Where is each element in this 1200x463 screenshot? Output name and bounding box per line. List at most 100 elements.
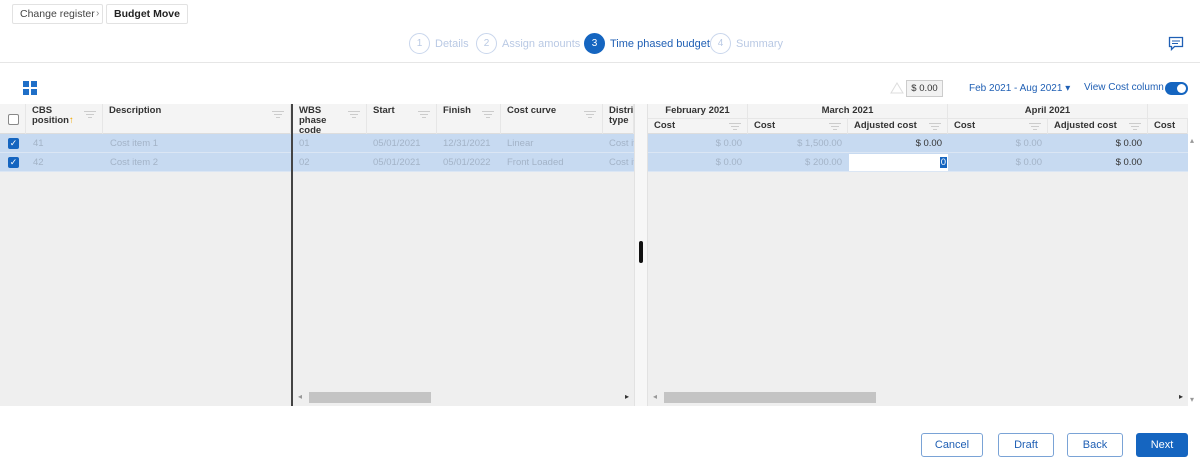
filter-icon[interactable] [348,111,360,119]
table-row[interactable]: 02 05/01/2021 05/01/2022 Front Loaded Co… [293,153,634,172]
vertical-scrollbar[interactable]: ▴ ▾ [1188,134,1200,406]
breadcrumb-change-register[interactable]: Change register [12,4,103,24]
table-row[interactable]: $ 0.00 $ 1,500.00 $ 0.00 $ 0.00 $ 0.00 [648,134,1188,153]
step-label: Summary [736,37,784,50]
view-cost-label: View Cost column [1084,82,1164,93]
back-button[interactable]: Back [1067,433,1123,457]
next-button[interactable]: Next [1136,433,1188,457]
filter-icon[interactable] [729,123,741,131]
cell-wbs: 02 [299,157,310,168]
table-row[interactable]: ✓ 42 Cost item 2 [0,153,291,172]
header-label: Adjusted cost [1054,120,1117,131]
header-label: Finish [443,105,471,116]
header-mar-adjusted[interactable]: Adjusted cost [848,118,948,134]
filter-icon[interactable] [482,111,494,119]
row-checkbox[interactable]: ✓ [8,157,19,168]
table-row[interactable]: 01 05/01/2021 12/31/2021 Linear Cost it [293,134,634,153]
pane-splitter[interactable] [634,104,648,406]
right-header: February 2021 March 2021 April 2021 Cost… [648,104,1188,134]
header-description[interactable]: Description [103,104,291,134]
header-wbs[interactable]: WBS phase code [293,104,367,136]
left-grid-body [0,172,291,390]
cell-cbs: 42 [33,157,44,168]
step-time-phased-budget[interactable]: 3 Time phased budget [584,33,710,54]
scrollbar-thumb[interactable] [664,392,876,403]
mid-horizontal-scrollbar[interactable]: ◂ ▸ [293,390,634,406]
table-row[interactable]: ✓ 41 Cost item 1 [0,134,291,153]
left-header: CBS position↑ Description [0,104,291,134]
cell-apr-cost: $ 0.00 [1015,138,1042,149]
cell-cost-curve: Linear [507,138,534,149]
cell-feb-cost: $ 0.00 [715,157,742,168]
cell-description: Cost item 1 [110,138,159,149]
header-label: CBS position [32,105,69,126]
cell-apr-adjusted[interactable]: $ 0.00 [1048,134,1148,153]
header-may-cost[interactable]: Cost [1148,118,1188,134]
step-number: 3 [584,33,605,54]
header-mar-cost[interactable]: Cost [748,118,848,134]
cell-start: 05/01/2021 [373,157,421,168]
filter-icon[interactable] [829,123,841,131]
cell-cbs: 41 [33,138,44,149]
filter-icon[interactable] [84,111,96,119]
sort-asc-icon: ↑ [68,115,74,126]
header-cbs-position[interactable]: CBS position↑ [25,104,103,134]
cell-apr-cost: $ 0.00 [1015,157,1042,168]
table-row[interactable]: $ 0.00 $ 200.00 0 $ 0.00 $ 0.00 [648,153,1188,172]
header-apr-adjusted[interactable]: Adjusted cost [1048,118,1148,134]
mid-header: WBS phase code Start Finish Cost curve D… [293,104,634,136]
date-range-dropdown[interactable]: Feb 2021 - Aug 2021 ▾ [969,83,1070,94]
row-checkbox[interactable]: ✓ [8,138,19,149]
view-cost-toggle[interactable] [1165,82,1188,95]
step-label: Assign amounts [502,37,581,50]
cell-mar-cost: $ 1,500.00 [797,138,842,149]
header-feb-cost[interactable]: Cost [648,118,748,134]
cell-finish: 12/31/2021 [443,138,491,149]
caret-down-icon: ▾ [1065,83,1071,94]
right-grid-body [648,172,1188,390]
divider [0,62,1200,63]
header-finish[interactable]: Finish [437,104,501,134]
filter-icon[interactable] [929,123,941,131]
header-label: WBS phase code [299,105,327,136]
comment-icon[interactable] [1168,36,1184,51]
header-label: Start [373,105,395,116]
header-label: Description [109,105,162,116]
right-horizontal-scrollbar[interactable]: ◂ ▸ [648,390,1188,406]
step-number: 2 [476,33,497,54]
splitter-handle[interactable] [639,241,643,263]
draft-button[interactable]: Draft [998,433,1054,457]
cell-mar-adjusted-input[interactable]: 0 [849,154,948,171]
cell-description: Cost item 2 [110,157,159,168]
header-label: Cost [954,120,976,131]
cell-start: 05/01/2021 [373,138,421,149]
header-distribution-type[interactable]: Distri type [603,104,634,134]
step-number: 4 [710,33,731,54]
cancel-button[interactable]: Cancel [921,433,983,457]
header-start[interactable]: Start [367,104,437,134]
header-label: Adjusted cost [854,120,917,131]
filter-icon[interactable] [1129,123,1141,131]
step-details[interactable]: 1 Details [409,33,469,54]
filter-icon[interactable] [584,111,596,119]
filter-icon[interactable] [1029,123,1041,131]
filter-icon[interactable] [418,111,430,119]
cell-distribution-type: Cost it [609,138,634,149]
cell-finish: 05/01/2022 [443,157,491,168]
cell-apr-adjusted[interactable]: $ 0.00 [1048,153,1148,172]
header-label: Cost curve [507,105,557,116]
step-assign-amounts[interactable]: 2 Assign amounts [476,33,580,54]
header-month-apr: April 2021 [948,104,1148,118]
filter-icon[interactable] [272,111,284,119]
breadcrumb-separator: › [96,8,100,19]
date-range-label: Feb 2021 - Aug 2021 [969,83,1063,94]
header-cost-curve[interactable]: Cost curve [501,104,603,134]
grid-layout-icon[interactable] [23,81,37,95]
select-all-checkbox[interactable] [8,114,19,125]
mid-grid-body [293,172,634,390]
cell-mar-adjusted[interactable]: $ 0.00 [848,134,948,153]
scrollbar-thumb[interactable] [309,392,431,403]
header-label: Cost [654,120,676,131]
step-summary[interactable]: 4 Summary [710,33,783,54]
header-apr-cost[interactable]: Cost [948,118,1048,134]
